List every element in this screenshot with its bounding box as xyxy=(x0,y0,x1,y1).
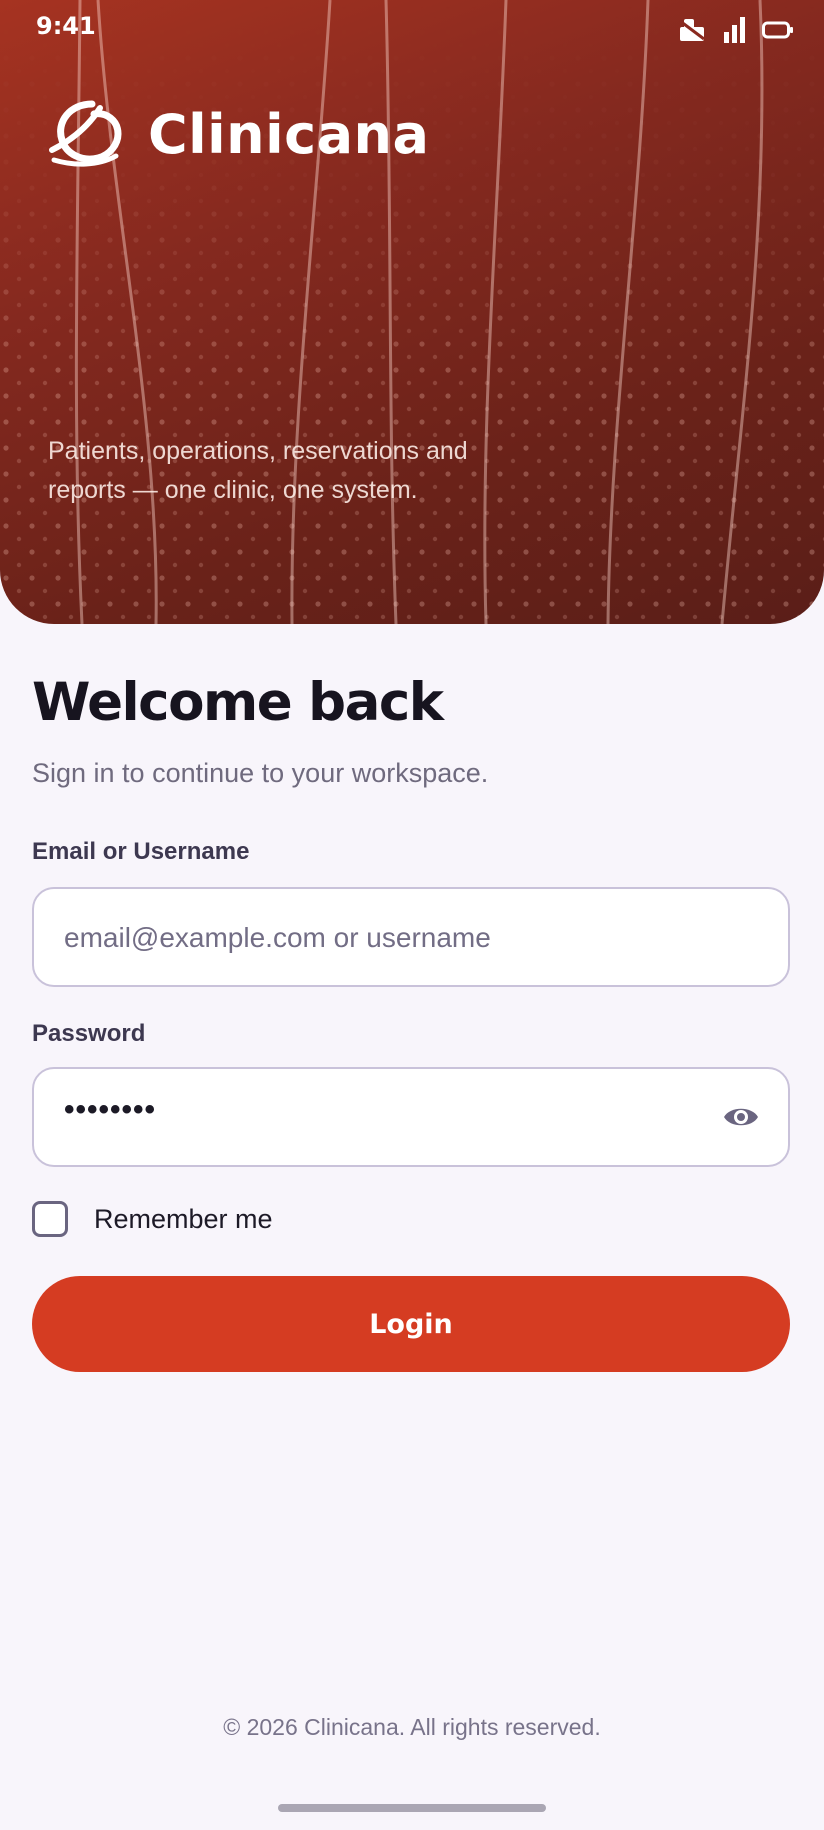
status-time: 9:41 xyxy=(36,12,96,40)
home-indicator[interactable] xyxy=(278,1804,546,1812)
login-button[interactable]: Login xyxy=(32,1276,790,1372)
tagline: Patients, operations, reservations and r… xyxy=(48,437,468,504)
remember-me-label[interactable]: Remember me xyxy=(94,1204,273,1235)
notification-icon xyxy=(679,19,705,41)
battery-icon xyxy=(762,21,793,39)
email-label: Email or Username xyxy=(32,838,250,865)
password-label: Password xyxy=(32,1020,146,1047)
email-field-container xyxy=(32,887,790,987)
page-title: Welcome back xyxy=(32,672,444,733)
hero-decoration xyxy=(0,0,824,624)
brand-name: Clinicana xyxy=(148,102,430,166)
remember-me-row: Remember me xyxy=(32,1201,273,1237)
footer-copyright: © 2026 Clinicana. All rights reserved. xyxy=(223,1714,601,1740)
status-icons xyxy=(678,16,794,44)
signal-icon xyxy=(724,17,745,43)
status-bar: 9:41 xyxy=(0,0,824,56)
email-field[interactable] xyxy=(62,889,706,987)
eye-icon[interactable] xyxy=(722,1100,760,1134)
hero-banner: 9:41 Clinicana Patients, operations, res… xyxy=(0,0,824,624)
password-value: •••••••• xyxy=(64,1093,157,1126)
remember-me-checkbox[interactable] xyxy=(32,1201,68,1237)
brand: Clinicana xyxy=(48,100,429,168)
clinicana-logo-icon xyxy=(49,100,122,167)
password-field[interactable]: •••••••• xyxy=(32,1067,790,1167)
page-subtitle: Sign in to continue to your workspace. xyxy=(32,758,489,788)
